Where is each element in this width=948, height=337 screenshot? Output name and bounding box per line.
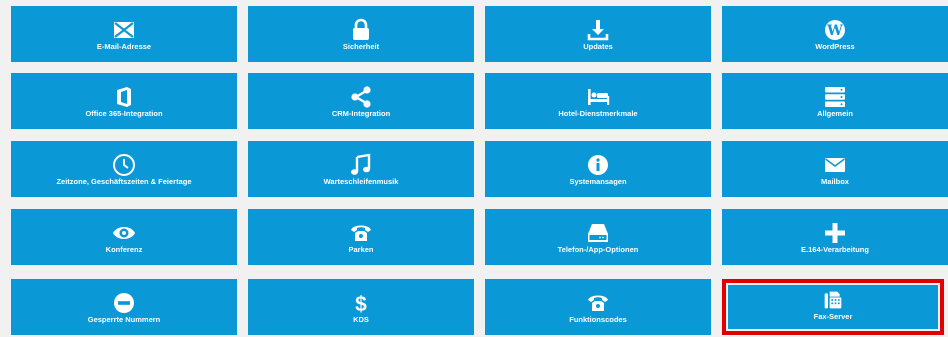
tile-label: Updates — [583, 42, 613, 51]
tile-label: Parken — [348, 245, 374, 254]
tile-phone-app-options[interactable]: Telefon-/App-Optionen — [485, 209, 711, 265]
tile-e164-processing[interactable]: E.164-Verarbeitung — [722, 209, 948, 265]
phone-icon — [586, 291, 610, 315]
info-icon — [586, 153, 610, 177]
tile-label: Fax-Server — [813, 312, 853, 321]
tile-fax-server[interactable]: Fax-Server — [722, 279, 944, 335]
svg-text:W: W — [826, 23, 843, 39]
dollar-icon: $ — [349, 291, 373, 315]
tile-label: Allgemein — [817, 109, 853, 118]
tile-hold-music[interactable]: Warteschleifenmusik — [248, 141, 474, 197]
fax-icon — [823, 290, 843, 310]
phone-icon — [349, 221, 373, 245]
tile-wordpress[interactable]: W WordPress — [722, 6, 948, 62]
hard-drive-icon — [586, 221, 610, 245]
download-icon — [586, 18, 610, 42]
tile-label: Hotel-Dienstmerkmale — [558, 109, 638, 118]
tile-label: Systemansagen — [569, 177, 627, 186]
tile-label: Zeitzone, Geschäftszeiten & Feiertage — [56, 177, 192, 186]
tile-office365[interactable]: Office 365-Integration — [11, 73, 237, 129]
tile-label: CRM-Integration — [331, 109, 391, 118]
eye-icon — [112, 221, 136, 245]
tile-label: Mailbox — [821, 177, 849, 186]
tile-timezone-business-hours[interactable]: Zeitzone, Geschäftszeiten & Feiertage — [11, 141, 237, 197]
tile-mailbox[interactable]: Mailbox — [722, 141, 948, 197]
tile-label: KDS — [353, 315, 369, 324]
tile-label: Warteschleifenmusik — [323, 177, 399, 186]
settings-tile-grid: E-Mail-Adresse Sicherheit Updates W Word… — [0, 0, 948, 337]
tile-label: Konferenz — [105, 245, 143, 254]
tile-label: Telefon-/App-Optionen — [557, 245, 639, 254]
tile-email-address[interactable]: E-Mail-Adresse — [11, 6, 237, 62]
music-note-icon — [349, 153, 373, 177]
lock-icon — [349, 18, 373, 42]
tile-label: E.164-Verarbeitung — [801, 245, 869, 254]
tile-blocked-numbers[interactable]: Gesperrte Nummern — [11, 279, 237, 335]
minus-circle-icon — [112, 291, 136, 315]
tile-function-codes[interactable]: Funktionscodes — [485, 279, 711, 335]
share-icon — [349, 85, 373, 109]
envelope-icon — [823, 153, 847, 177]
tile-security[interactable]: Sicherheit — [248, 6, 474, 62]
tile-label: Sicherheit — [342, 42, 380, 51]
tile-label: Gesperrte Nummern — [87, 315, 161, 324]
bed-icon — [586, 85, 610, 109]
tile-kds[interactable]: $ KDS — [248, 279, 474, 335]
office-icon — [112, 85, 136, 109]
tile-label: Funktionscodes — [569, 315, 627, 324]
tile-label: Office 365-Integration — [85, 109, 163, 118]
tile-system-announcements[interactable]: Systemansagen — [485, 141, 711, 197]
tile-label: WordPress — [815, 42, 855, 51]
tile-parking[interactable]: Parken — [248, 209, 474, 265]
svg-text:$: $ — [355, 293, 367, 315]
tile-updates[interactable]: Updates — [485, 6, 711, 62]
tile-crm-integration[interactable]: CRM-Integration — [248, 73, 474, 129]
envelope-x-icon — [112, 18, 136, 42]
wordpress-icon: W — [823, 18, 847, 42]
server-icon — [823, 85, 847, 109]
tile-label: E-Mail-Adresse — [96, 42, 152, 51]
tile-general[interactable]: Allgemein — [722, 73, 948, 129]
tile-hotel-features[interactable]: Hotel-Dienstmerkmale — [485, 73, 711, 129]
clock-icon — [112, 153, 136, 177]
tile-conference[interactable]: Konferenz — [11, 209, 237, 265]
plus-icon — [823, 221, 847, 245]
